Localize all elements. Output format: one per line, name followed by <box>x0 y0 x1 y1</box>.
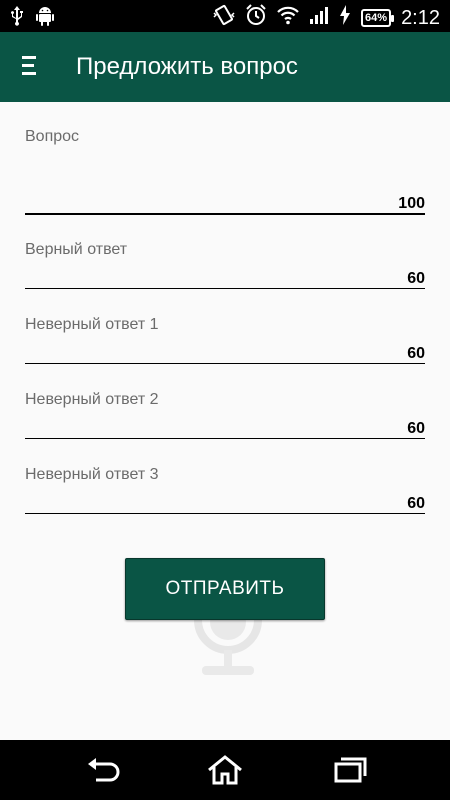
wrong-answer-2-label: Неверный ответ 2 <box>25 391 159 408</box>
recents-icon[interactable] <box>330 754 370 786</box>
home-icon[interactable] <box>205 754 245 786</box>
wrong-answer-2-underline <box>25 438 425 439</box>
vibrate-icon <box>213 4 235 31</box>
menu-icon[interactable] <box>22 56 40 78</box>
alarm-icon <box>245 4 267 31</box>
app-bar: Предложить вопрос <box>0 32 450 102</box>
navigation-bar <box>0 740 450 800</box>
wrong-answer-3-counter: 60 <box>407 495 425 512</box>
back-icon[interactable] <box>84 754 124 786</box>
battery-level: 64% <box>365 11 388 24</box>
correct-answer-label: Верный ответ <box>25 241 128 258</box>
correct-answer-underline <box>25 288 425 289</box>
question-field[interactable]: Вопрос 100 <box>25 128 425 218</box>
wrong-answer-1-underline <box>25 363 425 364</box>
clock: 2:12 <box>401 6 440 29</box>
question-counter: 100 <box>398 195 425 212</box>
question-underline <box>25 213 425 215</box>
wrong-answer-1-field[interactable]: Неверный ответ 1 60 <box>25 316 425 366</box>
wrong-answer-3-label: Неверный ответ 3 <box>25 466 159 483</box>
wrong-answer-2-counter: 60 <box>407 420 425 437</box>
question-label: Вопрос <box>25 128 80 145</box>
submit-button[interactable]: ОТПРАВИТЬ <box>125 558 325 620</box>
correct-answer-counter: 60 <box>407 270 425 287</box>
wifi-icon <box>277 5 299 30</box>
wrong-answer-3-underline <box>25 513 425 514</box>
android-icon <box>36 6 54 31</box>
page-title: Предложить вопрос <box>76 53 298 80</box>
wrong-answer-1-counter: 60 <box>407 345 425 362</box>
battery-icon: 64% <box>361 8 395 27</box>
wrong-answer-1-label: Неверный ответ 1 <box>25 316 159 333</box>
status-bar: 64% 2:12 <box>0 0 450 32</box>
charging-icon <box>339 5 351 30</box>
correct-answer-field[interactable]: Верный ответ 60 <box>25 241 425 291</box>
signal-icon <box>309 5 329 30</box>
usb-icon <box>10 6 24 31</box>
wrong-answer-3-field[interactable]: Неверный ответ 3 60 <box>25 466 425 516</box>
wrong-answer-2-field[interactable]: Неверный ответ 2 60 <box>25 391 425 441</box>
